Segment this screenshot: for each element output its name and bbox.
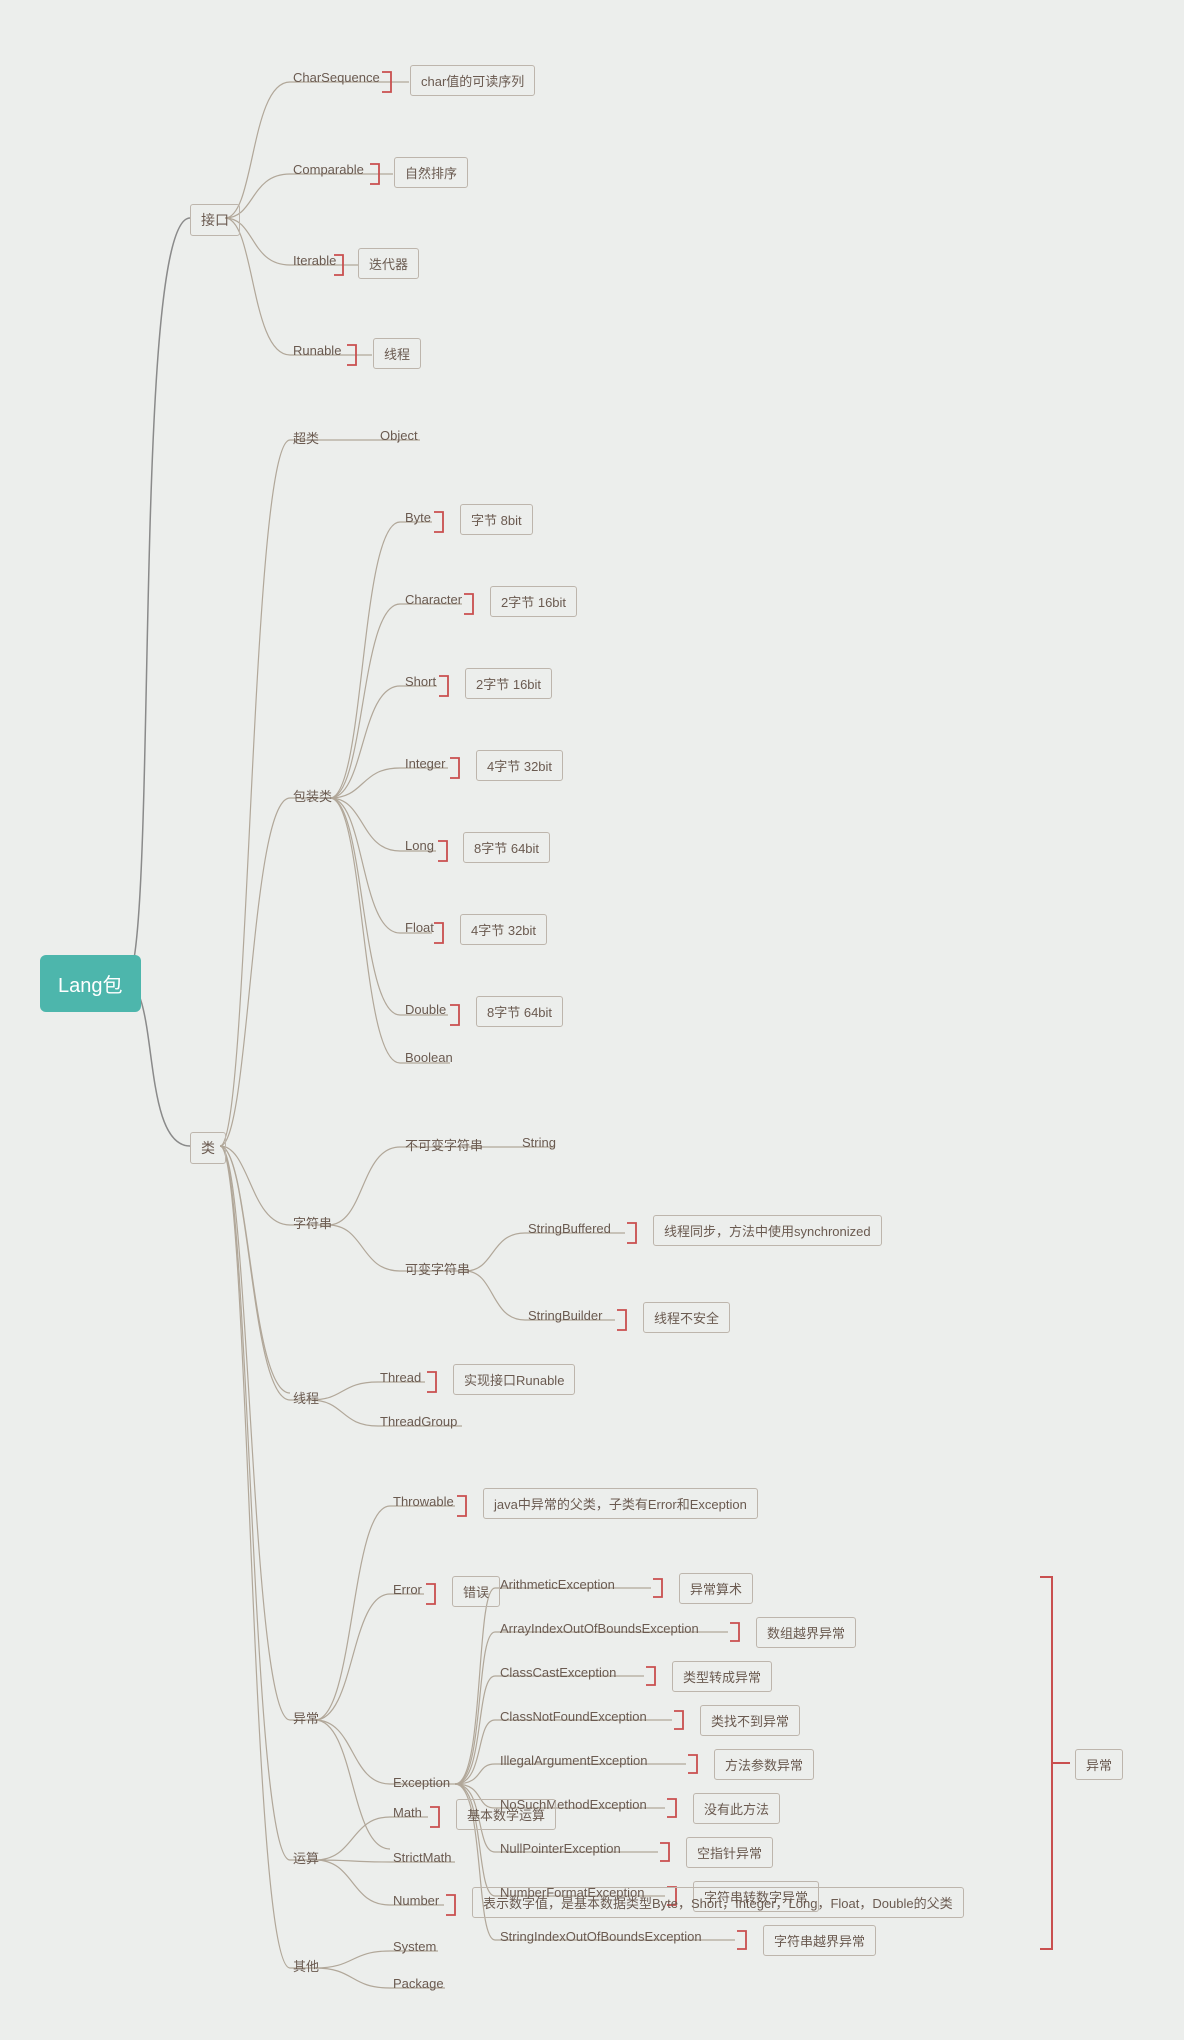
- leaf-thread-desc[interactable]: 实现接口Runable: [453, 1364, 575, 1395]
- leaf-exception-1[interactable]: 数组越界异常: [756, 1617, 856, 1648]
- leaf-exception-6[interactable]: 空指针异常: [686, 1837, 773, 1868]
- node-exception-4[interactable]: IllegalArgumentException: [500, 1753, 647, 1768]
- node-integer[interactable]: Integer: [405, 756, 445, 771]
- node-thread[interactable]: Thread: [380, 1370, 421, 1385]
- node-threads[interactable]: 线程: [293, 1388, 319, 1407]
- leaf-exception-4[interactable]: 方法参数异常: [714, 1749, 814, 1780]
- node-exception[interactable]: Exception: [393, 1775, 450, 1790]
- leaf-short-desc[interactable]: 2字节 16bit: [465, 668, 552, 699]
- root-node[interactable]: Lang包: [40, 955, 141, 1012]
- leaf-stringbuilder-desc[interactable]: 线程不安全: [643, 1302, 730, 1333]
- node-string[interactable]: String: [522, 1135, 556, 1150]
- node-iterable[interactable]: Iterable: [293, 253, 336, 268]
- leaf-iterable-desc[interactable]: 迭代器: [358, 248, 419, 279]
- leaf-error-desc[interactable]: 错误: [452, 1576, 500, 1607]
- node-immutable[interactable]: 不可变字符串: [405, 1135, 483, 1154]
- node-package[interactable]: Package: [393, 1976, 444, 1991]
- leaf-number-desc[interactable]: 表示数字值，是基本数据类型Byte，Short，Integer，Long，Flo…: [472, 1887, 964, 1918]
- group-interfaces[interactable]: 接口: [190, 204, 240, 236]
- leaf-float-desc[interactable]: 4字节 32bit: [460, 914, 547, 945]
- node-stringbuilder[interactable]: StringBuilder: [528, 1308, 602, 1323]
- node-stringbuffered[interactable]: StringBuffered: [528, 1221, 611, 1236]
- node-error[interactable]: Error: [393, 1582, 422, 1597]
- node-exception-8[interactable]: StringIndexOutOfBoundsException: [500, 1929, 702, 1944]
- leaf-byte-desc[interactable]: 字节 8bit: [460, 504, 533, 535]
- leaf-comparable-desc[interactable]: 自然排序: [394, 157, 468, 188]
- leaf-exception-3[interactable]: 类找不到异常: [700, 1705, 800, 1736]
- leaf-throwable-desc[interactable]: java中异常的父类，子类有Error和Exception: [483, 1488, 758, 1519]
- node-boolean[interactable]: Boolean: [405, 1050, 453, 1065]
- node-short[interactable]: Short: [405, 674, 436, 689]
- node-character[interactable]: Character: [405, 592, 462, 607]
- node-byte[interactable]: Byte: [405, 510, 431, 525]
- leaf-math-desc[interactable]: 基本数学运算: [456, 1799, 556, 1830]
- node-float[interactable]: Float: [405, 920, 434, 935]
- node-throwable[interactable]: Throwable: [393, 1494, 454, 1509]
- leaf-runable-desc[interactable]: 线程: [373, 338, 421, 369]
- leaf-long-desc[interactable]: 8字节 64bit: [463, 832, 550, 863]
- leaf-exception-2[interactable]: 类型转成异常: [672, 1661, 772, 1692]
- node-double[interactable]: Double: [405, 1002, 446, 1017]
- node-others[interactable]: 其他: [293, 1956, 319, 1975]
- leaf-double-desc[interactable]: 8字节 64bit: [476, 996, 563, 1027]
- node-number[interactable]: Number: [393, 1893, 439, 1908]
- group-classes[interactable]: 类: [190, 1132, 226, 1164]
- leaf-charsequence-desc[interactable]: char值的可读序列: [410, 65, 535, 96]
- leaf-exception-8[interactable]: 字符串越界异常: [763, 1925, 876, 1956]
- node-system[interactable]: System: [393, 1939, 436, 1954]
- node-runable[interactable]: Runable: [293, 343, 341, 358]
- leaf-exception-0[interactable]: 异常算术: [679, 1573, 753, 1604]
- node-exceptions[interactable]: 异常: [293, 1708, 319, 1727]
- node-exception-6[interactable]: NullPointerException: [500, 1841, 621, 1856]
- leaf-exception-5[interactable]: 没有此方法: [693, 1793, 780, 1824]
- leaf-integer-desc[interactable]: 4字节 32bit: [476, 750, 563, 781]
- node-long[interactable]: Long: [405, 838, 434, 853]
- node-exception-1[interactable]: ArrayIndexOutOfBoundsException: [500, 1621, 699, 1636]
- node-exception-0[interactable]: ArithmeticException: [500, 1577, 615, 1592]
- node-strictmath[interactable]: StrictMath: [393, 1850, 452, 1865]
- leaf-character-desc[interactable]: 2字节 16bit: [490, 586, 577, 617]
- node-exception-2[interactable]: ClassCastException: [500, 1665, 616, 1680]
- node-comparable[interactable]: Comparable: [293, 162, 364, 177]
- node-math[interactable]: Math: [393, 1805, 422, 1820]
- node-threadgroup[interactable]: ThreadGroup: [380, 1414, 457, 1429]
- node-strings[interactable]: 字符串: [293, 1213, 332, 1232]
- node-exception-3[interactable]: ClassNotFoundException: [500, 1709, 647, 1724]
- node-math-group[interactable]: 运算: [293, 1848, 319, 1867]
- side-exception-label[interactable]: 异常: [1075, 1749, 1123, 1780]
- node-mutable[interactable]: 可变字符串: [405, 1259, 470, 1278]
- node-super[interactable]: 超类: [293, 428, 319, 447]
- node-charsequence[interactable]: CharSequence: [293, 70, 380, 85]
- node-wrappers[interactable]: 包装类: [293, 786, 332, 805]
- leaf-stringbuffered-desc[interactable]: 线程同步，方法中使用synchronized: [653, 1215, 882, 1246]
- node-object[interactable]: Object: [380, 428, 418, 443]
